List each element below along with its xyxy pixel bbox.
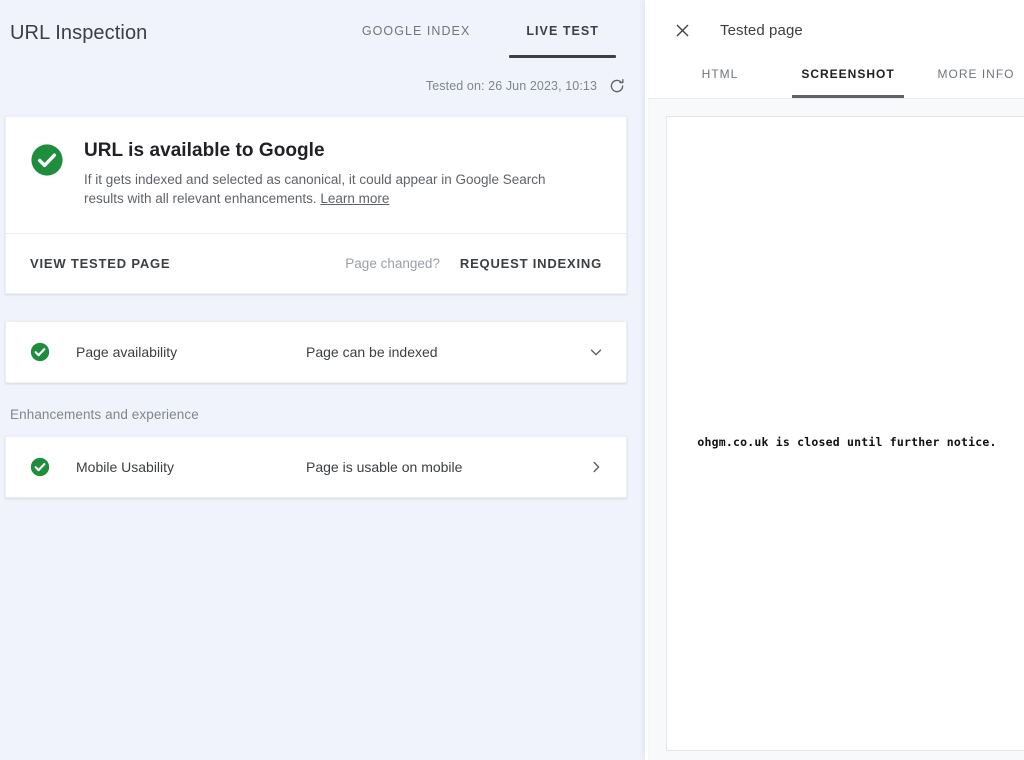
status-card-main: URL is available to Google If it gets in… bbox=[6, 117, 626, 233]
tab-google-index[interactable]: GOOGLE INDEX bbox=[334, 24, 498, 58]
success-check-icon bbox=[30, 342, 54, 362]
result-row-mobile-usability[interactable]: Mobile Usability Page is usable on mobil… bbox=[5, 436, 627, 498]
chevron-down-icon[interactable] bbox=[584, 340, 608, 364]
left-panel: URL Inspection GOOGLE INDEX LIVE TEST Te… bbox=[0, 0, 645, 760]
page-changed-label: Page changed? bbox=[345, 256, 440, 271]
tested-page-tabs: HTML SCREENSHOT MORE INFO bbox=[648, 61, 1024, 98]
url-inspection-screen: URL Inspection GOOGLE INDEX LIVE TEST Te… bbox=[0, 0, 1024, 760]
result-value: Page can be indexed bbox=[306, 344, 438, 360]
tab-screenshot[interactable]: SCREENSHOT bbox=[784, 61, 912, 98]
chevron-right-icon[interactable] bbox=[584, 455, 608, 479]
tab-live-test[interactable]: LIVE TEST bbox=[498, 24, 627, 58]
tab-html[interactable]: HTML bbox=[656, 61, 784, 98]
tested-on-row: Tested on: 26 Jun 2023, 10:13 bbox=[0, 66, 645, 106]
request-indexing-button[interactable]: REQUEST INDEXING bbox=[460, 256, 602, 271]
success-check-icon bbox=[30, 457, 54, 477]
result-label: Page availability bbox=[76, 344, 178, 360]
status-card-actions: VIEW TESTED PAGE Page changed? REQUEST I… bbox=[6, 233, 626, 293]
tab-more-info[interactable]: MORE INFO bbox=[912, 61, 1024, 98]
left-header: URL Inspection GOOGLE INDEX LIVE TEST bbox=[0, 0, 645, 66]
screenshot-preview-text: ohgm.co.uk is closed until further notic… bbox=[697, 435, 997, 449]
learn-more-link[interactable]: Learn more bbox=[320, 191, 389, 206]
tested-on-timestamp: Tested on: 26 Jun 2023, 10:13 bbox=[425, 79, 597, 93]
status-card-text: URL is available to Google If it gets in… bbox=[84, 140, 602, 208]
panel-divider bbox=[645, 0, 648, 760]
success-check-icon bbox=[30, 140, 64, 208]
left-body: URL is available to Google If it gets in… bbox=[0, 106, 645, 498]
screenshot-frame: ohgm.co.uk is closed until further notic… bbox=[666, 116, 1024, 751]
panel-title: Tested page bbox=[720, 22, 803, 39]
screenshot-area: ohgm.co.uk is closed until further notic… bbox=[648, 99, 1024, 760]
result-value: Page is usable on mobile bbox=[306, 459, 463, 475]
primary-tabs: GOOGLE INDEX LIVE TEST bbox=[334, 0, 627, 58]
result-row-page-availability[interactable]: Page availability Page can be indexed bbox=[5, 321, 627, 383]
view-tested-page-button[interactable]: VIEW TESTED PAGE bbox=[30, 256, 170, 271]
refresh-icon[interactable] bbox=[607, 76, 627, 96]
status-description-text: If it gets indexed and selected as canon… bbox=[84, 172, 546, 206]
status-description: If it gets indexed and selected as canon… bbox=[84, 170, 584, 208]
section-label-enhancements: Enhancements and experience bbox=[10, 407, 199, 422]
page-title: URL Inspection bbox=[10, 22, 148, 44]
status-title: URL is available to Google bbox=[84, 140, 325, 161]
close-icon[interactable] bbox=[670, 19, 694, 43]
status-card: URL is available to Google If it gets in… bbox=[5, 116, 627, 294]
tested-page-panel: Tested page HTML SCREENSHOT MORE INFO oh… bbox=[648, 0, 1024, 760]
tested-page-header: Tested page bbox=[648, 0, 1024, 61]
result-label: Mobile Usability bbox=[76, 459, 175, 475]
